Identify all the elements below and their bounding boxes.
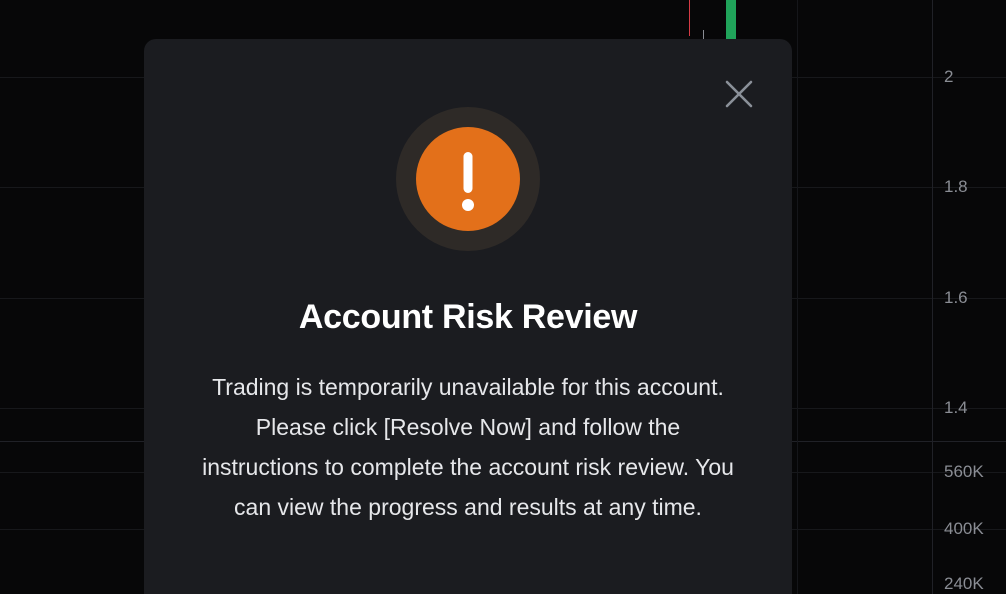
candle-body <box>726 0 736 40</box>
app-screen: 2 1.8 1.6 1.4 560K 400K 240K Account Ris… <box>0 0 1006 594</box>
axis-label: 1.4 <box>944 398 968 417</box>
candle-wick <box>689 0 690 36</box>
axis-label: 400K <box>944 519 984 538</box>
close-icon <box>725 80 753 108</box>
warning-icon-ring <box>396 107 540 251</box>
axis-label: 1.6 <box>944 288 968 307</box>
dialog-message: Trading is temporarily unavailable for t… <box>202 374 734 520</box>
axis-label: 2 <box>944 67 954 86</box>
axis-label: 560K <box>944 462 984 481</box>
price-axis-divider <box>932 0 933 594</box>
warning-icon <box>416 127 520 231</box>
chart-gridline-vertical <box>797 0 798 594</box>
close-button[interactable] <box>722 77 756 111</box>
risk-review-dialog: Account Risk Review Trading is temporari… <box>144 39 792 594</box>
axis-label: 240K <box>944 574 984 593</box>
axis-label: 1.8 <box>944 177 968 196</box>
dialog-title: Account Risk Review <box>298 298 638 336</box>
